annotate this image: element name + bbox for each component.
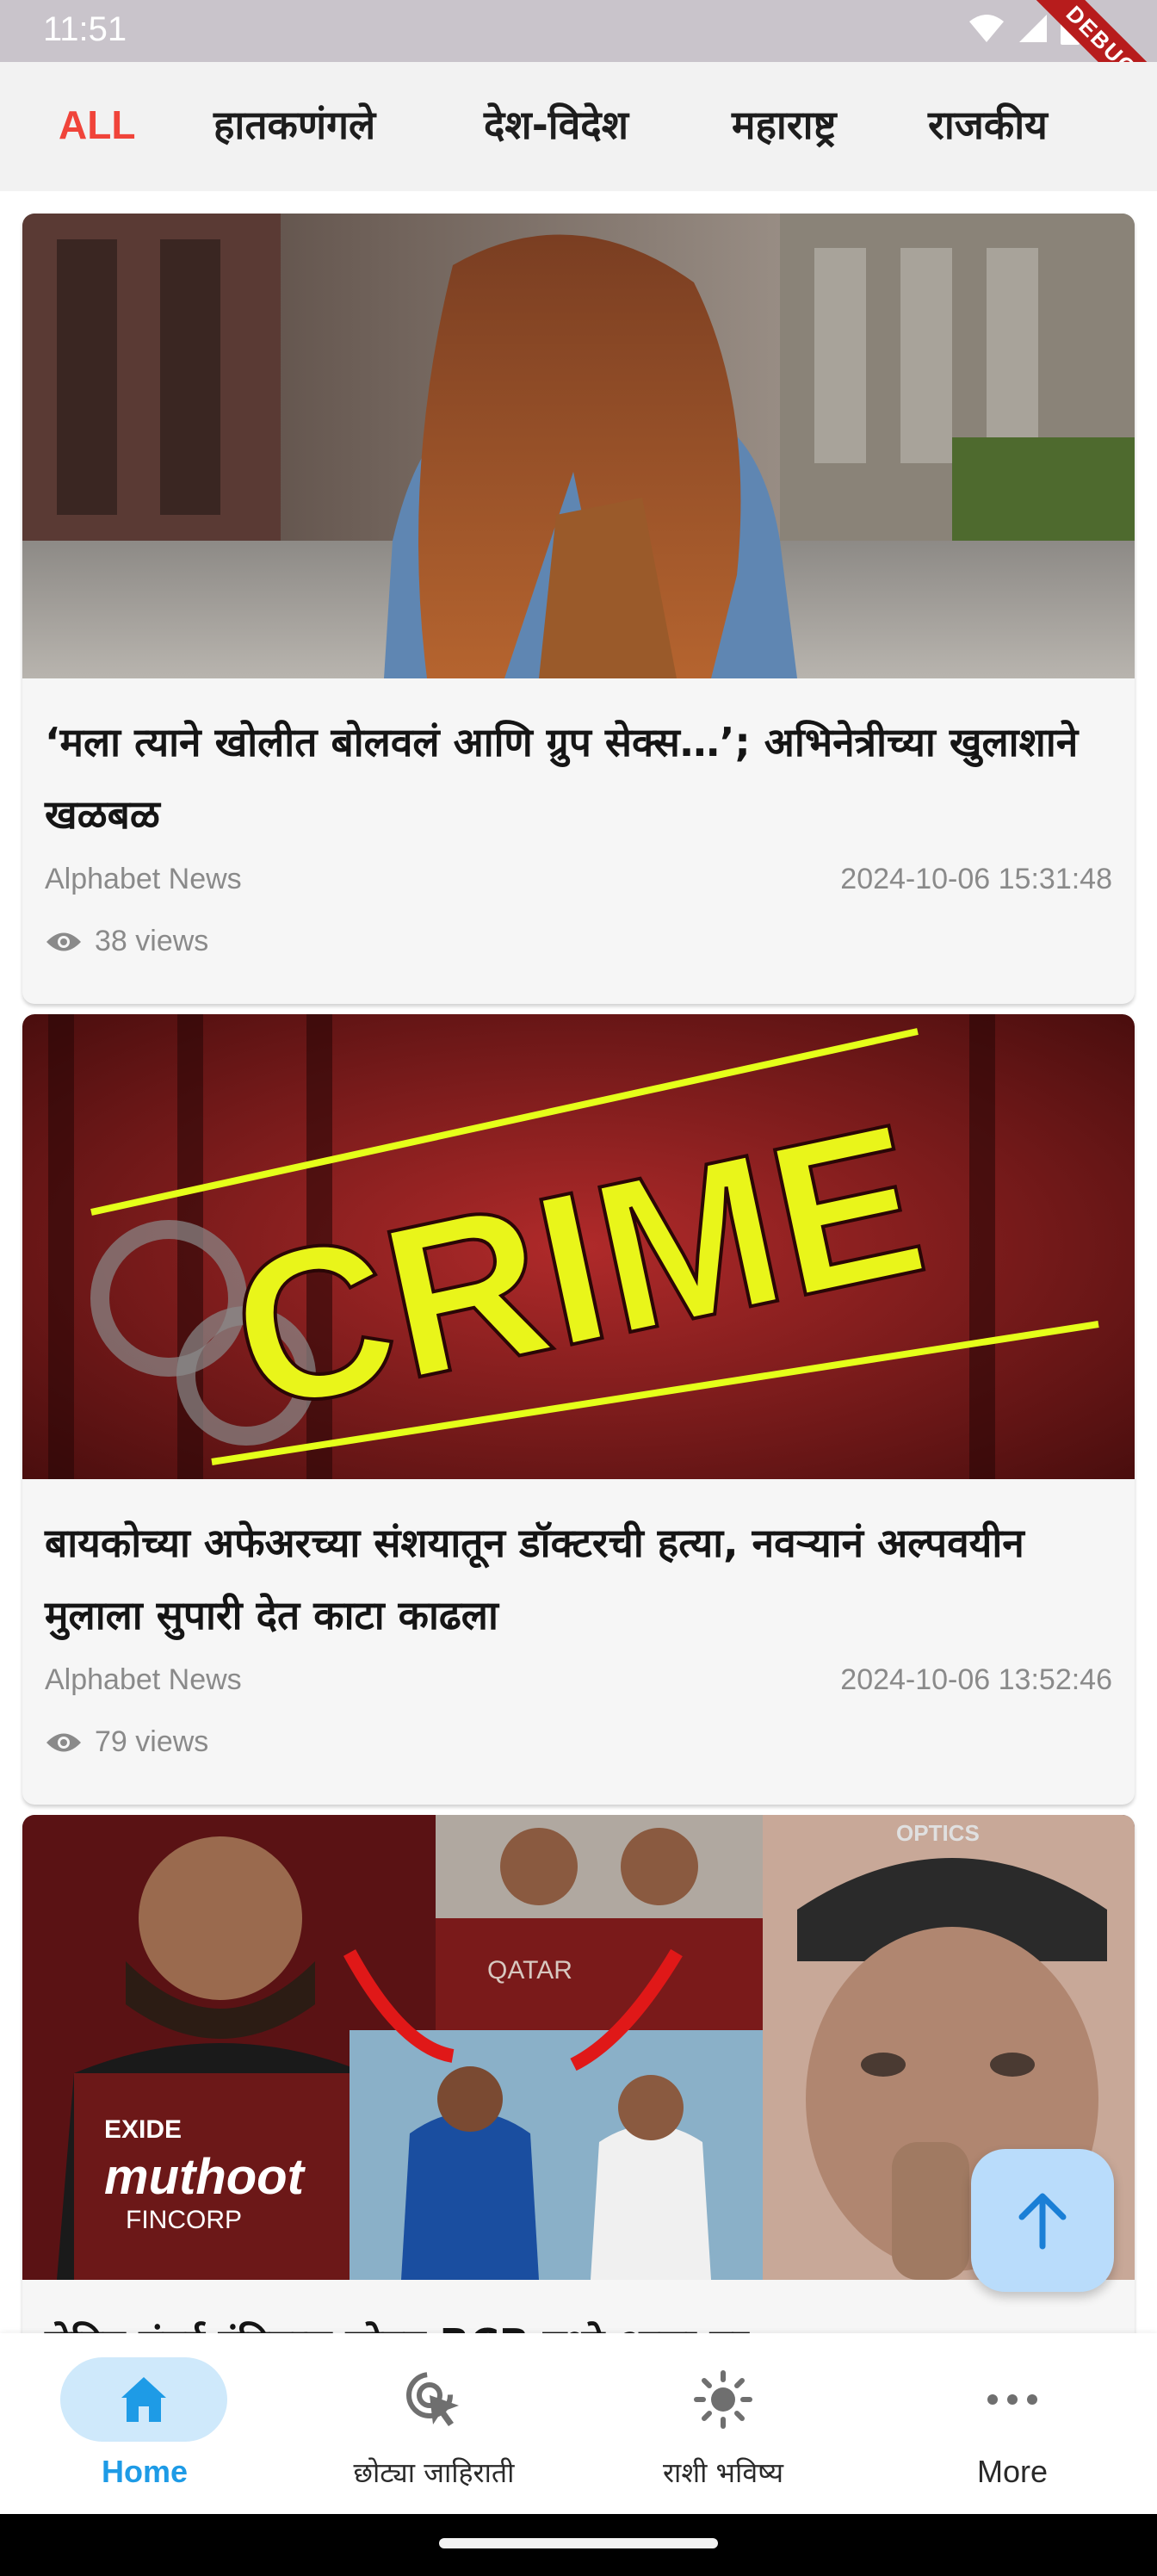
crime-banner: CRIME	[22, 1014, 1135, 1479]
woman-walking-street-photo	[22, 214, 1135, 678]
nav-horoscope-label: राशी भविष्य	[662, 2456, 784, 2489]
nav-home-indicator	[60, 2357, 227, 2442]
qatar-text: QATAR	[487, 1956, 572, 1985]
eye-icon	[46, 1733, 81, 1751]
news-feed[interactable]: ‘मला त्याने खोलीत बोलवलं आणि ग्रुप सेक्स…	[0, 191, 1157, 2333]
eye-icon	[46, 932, 81, 951]
article-source: Alphabet News	[45, 863, 242, 895]
tab-maharashtra[interactable]: महाराष्ट्र	[732, 62, 836, 191]
article-views: 79 views	[45, 1725, 208, 1759]
nav-classifieds-label: छोट्या जाहिराती	[353, 2456, 515, 2489]
category-tabs: ALL हातकणंगले देश-विदेश महाराष्ट्र राजकी…	[0, 62, 1157, 191]
wifi-icon	[969, 15, 1004, 42]
views-count: 79 views	[95, 1725, 209, 1758]
nav-more[interactable]: More	[868, 2333, 1157, 2514]
optics-text: OPTICS	[896, 1820, 980, 1846]
news-card[interactable]: EXIDE muthoot FINCORP QATAR OPTICS	[22, 1815, 1135, 2333]
nav-classifieds[interactable]: छोट्या जाहिराती	[289, 2333, 578, 2514]
sun-icon	[694, 2370, 752, 2429]
news-card[interactable]: CRIME बायकोच्या अफेअरच्या संशयातून डॉक्ट…	[22, 1014, 1135, 1805]
bottom-navigation: Home छोट्या जाहिराती राशी भविष्य More	[0, 2333, 1157, 2514]
system-gesture-area	[0, 2514, 1157, 2576]
status-time: 11:51	[43, 10, 127, 48]
article-views: 38 views	[45, 925, 208, 958]
article-title[interactable]: रोहित मुंबई इंडियन्स सोडून RCB मध्ये आला…	[45, 2307, 1112, 2333]
article-title[interactable]: ‘मला त्याने खोलीत बोलवलं आणि ग्रुप सेक्स…	[45, 706, 1112, 851]
nav-horoscope-icon-wrap	[680, 2369, 766, 2430]
tab-desh-videsh[interactable]: देश-विदेश	[484, 62, 628, 191]
nav-home[interactable]: Home	[0, 2333, 289, 2514]
article-source: Alphabet News	[45, 1663, 242, 1696]
signal-icon	[1019, 15, 1047, 42]
nav-horoscope[interactable]: राशी भविष्य	[578, 2333, 868, 2514]
article-image[interactable]	[22, 214, 1135, 678]
status-bar: 11:51 DEBUG	[0, 0, 1157, 133]
arrow-up-icon	[1018, 2193, 1067, 2250]
tab-rajkiya[interactable]: राजकीय	[928, 62, 1048, 191]
more-dots-icon	[987, 2394, 1037, 2405]
scroll-to-top-button[interactable]	[971, 2149, 1114, 2292]
cricket-collage: EXIDE muthoot FINCORP QATAR OPTICS	[22, 1815, 1135, 2280]
article-image[interactable]: CRIME	[22, 1014, 1135, 1479]
article-date: 2024-10-06 13:52:46	[840, 1663, 1112, 1696]
cursor-click-icon	[406, 2372, 459, 2426]
article-image[interactable]: EXIDE muthoot FINCORP QATAR OPTICS	[22, 1815, 1135, 2280]
muthoot-text: muthoot	[104, 2149, 306, 2205]
tab-hatkanangale[interactable]: हातकणंगले	[213, 62, 375, 191]
home-gesture-handle[interactable]	[439, 2538, 718, 2548]
nav-classifieds-icon-wrap	[391, 2369, 477, 2430]
article-date: 2024-10-06 15:31:48	[840, 863, 1112, 895]
nav-home-label: Home	[101, 2454, 189, 2489]
home-icon	[121, 2377, 166, 2422]
article-title[interactable]: बायकोच्या अफेअरच्या संशयातून डॉक्टरची हत…	[45, 1507, 1112, 1651]
fincorp-text: FINCORP	[126, 2206, 242, 2234]
news-card[interactable]: ‘मला त्याने खोलीत बोलवलं आणि ग्रुप सेक्स…	[22, 214, 1135, 1004]
nav-more-label: More	[976, 2454, 1049, 2489]
views-count: 38 views	[95, 925, 209, 957]
tab-all[interactable]: ALL	[59, 62, 135, 191]
exide-text: EXIDE	[104, 2115, 182, 2144]
nav-more-icon-wrap	[969, 2369, 1055, 2430]
